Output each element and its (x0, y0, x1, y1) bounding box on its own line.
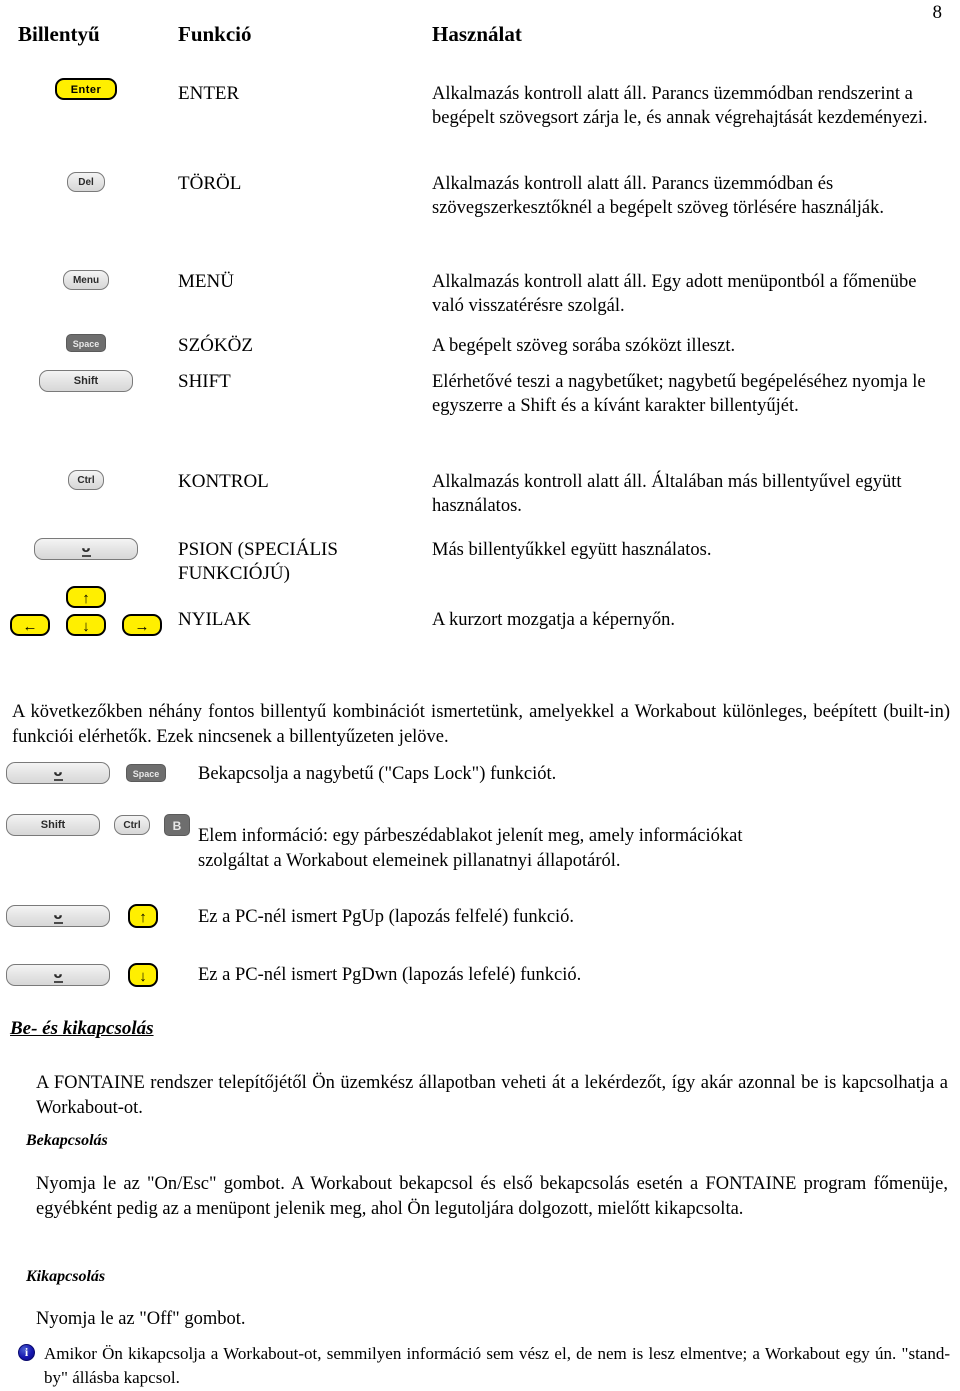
space-key-icon: Space (126, 764, 166, 782)
key-cell: Space (0, 334, 172, 353)
combo-keys-pgdwn: ᴗ ↓ (6, 963, 158, 987)
combo-keys-caps-lock: ᴗ Space (6, 762, 166, 784)
usage-text: A kurzort mozgatja a képernyőn. (432, 610, 675, 630)
key-cell: Enter (0, 78, 172, 100)
psion-key-icon: ᴗ (6, 762, 110, 784)
function-label: PSION (SPECIÁLIS FUNKCIÓJÚ) (178, 539, 338, 584)
key-cell: Del (0, 172, 172, 192)
info-icon: i (18, 1344, 35, 1361)
arrow-right-key-icon: → (122, 614, 162, 636)
function-label: KONTROL (178, 471, 269, 492)
b-key-icon: B (164, 814, 190, 836)
menu-key-icon: Menu (63, 270, 109, 290)
usage-text: Alkalmazás kontroll alatt áll. Egy adott… (432, 272, 917, 316)
power-note-text: Amikor Ön kikapcsolja a Workabout-ot, se… (44, 1344, 950, 1387)
del-key-icon: Del (67, 172, 105, 192)
function-label: NYILAK (178, 609, 251, 630)
arrow-keys-cluster: ↑ ← ↓ → (0, 586, 172, 646)
key-cell: ᴗ (0, 538, 172, 560)
power-section-title: Be- és kikapcsolás (10, 1018, 154, 1039)
power-on-text: Nyomja le az "On/Esc" gombot. A Workabou… (36, 1174, 948, 1219)
usage-text: Más billentyűkkel együtt használatos. (432, 540, 712, 560)
key-cell: Menu (0, 270, 172, 290)
function-label: ENTER (178, 83, 240, 104)
usage-text: Elérhetővé teszi a nagybetűket; nagybetű… (432, 372, 926, 416)
power-on-subtitle: Bekapcsolás (26, 1132, 108, 1149)
power-off-subtitle: Kikapcsolás (26, 1268, 106, 1285)
psion-key-icon: ᴗ (34, 538, 138, 560)
power-intro-paragraph: A FONTAINE rendszer telepítőjétől Ön üze… (36, 1073, 948, 1118)
ctrl-key-icon: Ctrl (68, 470, 104, 490)
usage-text: Alkalmazás kontroll alatt áll. Parancs ü… (432, 174, 885, 218)
psion-key-icon: ᴗ (6, 905, 110, 927)
usage-text: Alkalmazás kontroll alatt áll. Általában… (432, 472, 902, 516)
intro-paragraph: A következőkben néhány fontos billentyű … (12, 702, 950, 747)
power-off-text: Nyomja le az "Off" gombot. (36, 1309, 246, 1329)
arrow-down-key-icon: ↓ (128, 963, 158, 987)
enter-key-icon: Enter (55, 78, 117, 100)
arrow-left-key-icon: ← (10, 614, 50, 636)
key-cell: Ctrl (0, 470, 172, 490)
column-header-key: Billentyű (18, 22, 100, 46)
combo-description: Bekapcsolja a nagybetű ("Caps Lock") fun… (198, 764, 557, 784)
psion-glyph-icon: ᴗ (53, 967, 63, 982)
key-cell: Shift (0, 370, 172, 392)
arrow-down-key-icon: ↓ (66, 614, 106, 636)
function-label: SZÓKÖZ (178, 335, 253, 356)
combo-description: Ez a PC-nél ismert PgDwn (lapozás lefelé… (198, 965, 582, 985)
psion-key-icon: ᴗ (6, 964, 110, 986)
usage-text: Alkalmazás kontroll alatt áll. Parancs ü… (432, 84, 928, 128)
combo-keys-item-info: Shift Ctrl B (6, 814, 190, 836)
combo-description: Ez a PC-nél ismert PgUp (lapozás felfelé… (198, 907, 575, 927)
arrow-up-key-icon: ↑ (128, 904, 158, 928)
shift-key-icon: Shift (39, 370, 133, 392)
space-key-icon: Space (66, 334, 106, 353)
arrow-up-key-icon: ↑ (66, 586, 106, 608)
psion-glyph-icon: ᴗ (53, 765, 63, 780)
combo-keys-pgup: ᴗ ↑ (6, 904, 158, 928)
psion-glyph-icon: ᴗ (53, 908, 63, 923)
psion-glyph-icon: ᴗ (81, 541, 91, 556)
combo-description: Elem információ: egy párbeszédablakot je… (198, 826, 743, 871)
column-header-function: Funkció (178, 22, 252, 46)
function-label: SHIFT (178, 371, 231, 392)
table-header-row: Billentyű Funkció Használat (0, 22, 960, 52)
ctrl-key-icon: Ctrl (114, 815, 150, 835)
column-header-usage: Használat (432, 22, 522, 46)
page-number: 8 (932, 2, 943, 23)
function-label: MENÜ (178, 271, 234, 292)
shift-key-icon: Shift (6, 814, 100, 836)
usage-text: A begépelt szöveg sorába szóközt illeszt… (432, 336, 736, 356)
function-label: TÖRÖL (178, 173, 242, 194)
